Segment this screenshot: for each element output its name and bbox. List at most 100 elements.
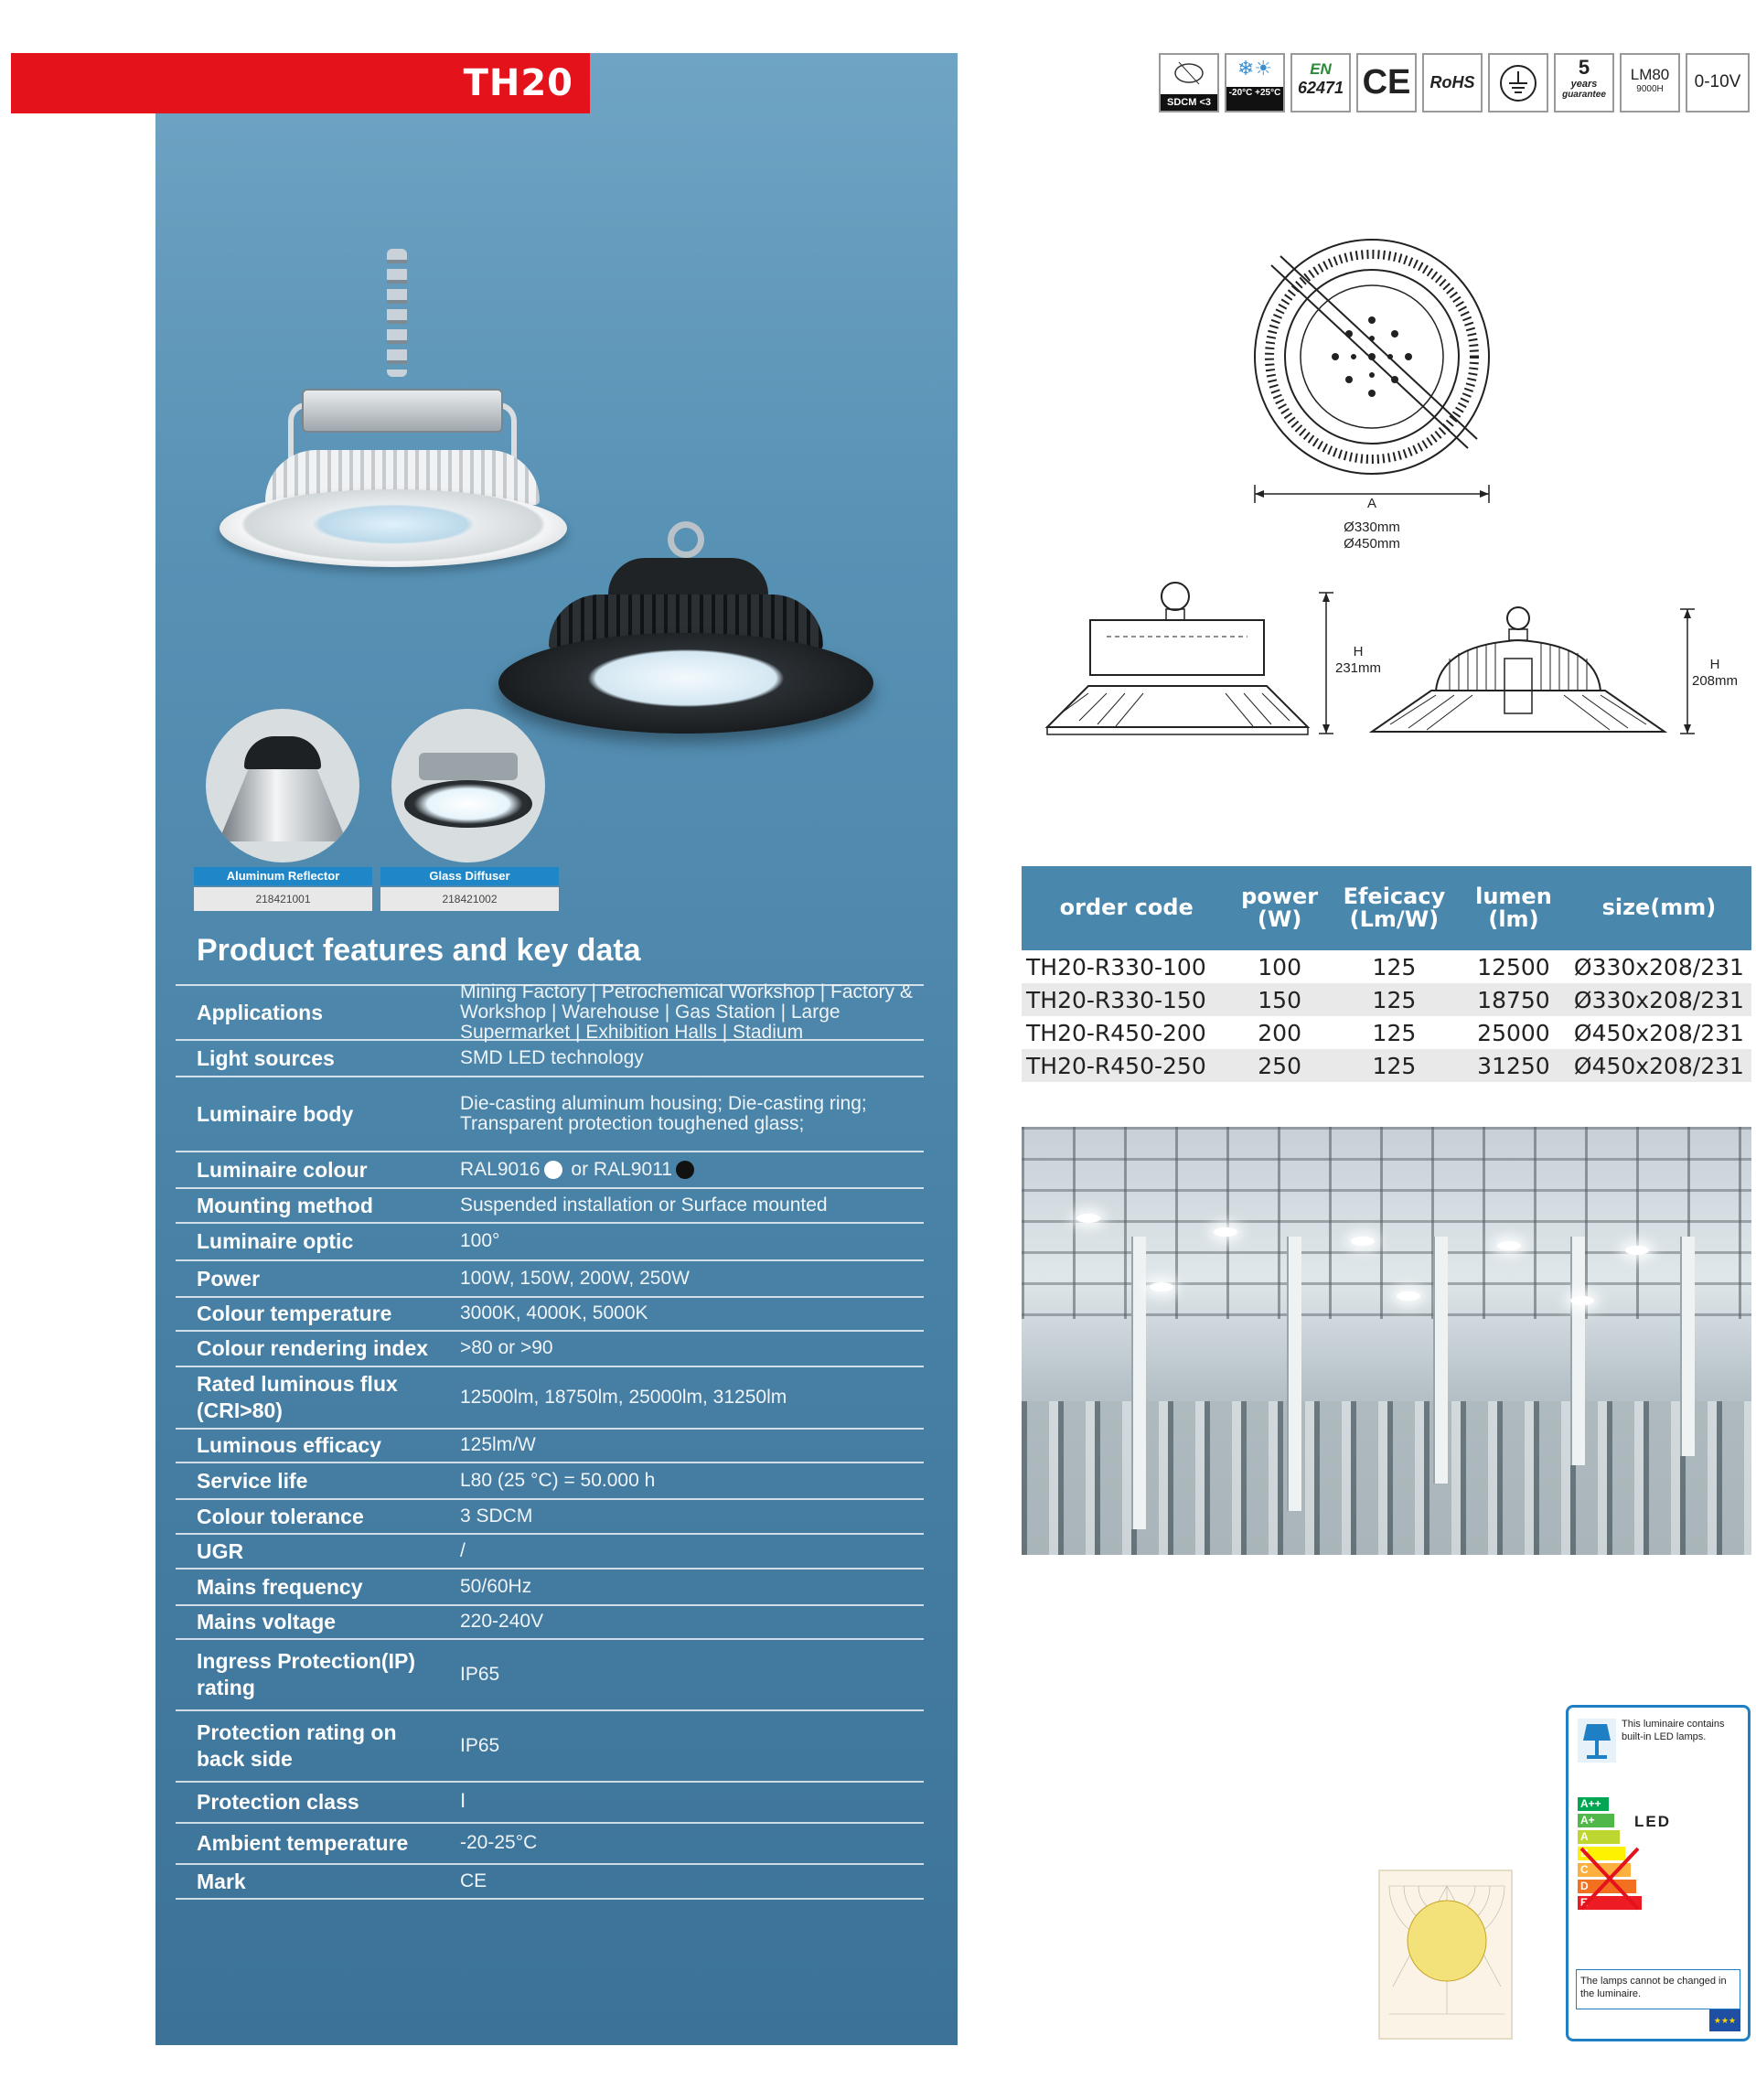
feature-row: Service life L80 (25 °C) = 50.000 h	[176, 1462, 924, 1498]
dimming-label: 0-10V	[1694, 72, 1741, 91]
feature-label: Colour temperature	[197, 1302, 392, 1326]
driver-box-icon	[302, 389, 503, 433]
efficacy-cell: 125	[1372, 1019, 1417, 1046]
feature-value: Ⅰ	[460, 1791, 466, 1813]
diameter-330: Ø330mm	[1344, 520, 1400, 535]
feature-row: Light sources SMD LED technology	[176, 1039, 924, 1076]
feature-row: Colour tolerance 3 SDCM	[176, 1498, 924, 1533]
ce-mark-icon: CE	[1356, 53, 1417, 112]
lamp-top-icon	[244, 736, 321, 769]
bracket-driver-icon	[1089, 619, 1265, 676]
ceiling-light-icon	[1625, 1246, 1649, 1255]
lm80-label: LM80	[1630, 66, 1670, 83]
feature-value: 100°	[460, 1230, 500, 1252]
feature-row: Protection rating on back side IP65	[176, 1709, 924, 1781]
feature-value: CE	[460, 1870, 487, 1891]
feature-row: Colour rendering index >80 or >90	[176, 1330, 924, 1366]
hanging-ring-icon	[1161, 582, 1190, 611]
warehouse-photo	[1022, 1127, 1751, 1555]
feature-value: 220-240V	[460, 1611, 544, 1633]
order-table: order code power (W) Efeicacy (Lm/W) lum…	[1022, 866, 1751, 1082]
black-lamp-body-icon	[498, 633, 873, 734]
sdcm-ellipse-icon	[1174, 61, 1204, 85]
feature-label: Mains frequency	[197, 1574, 363, 1599]
ceiling-light-icon	[1497, 1241, 1521, 1250]
model-title-tab: TH20	[11, 53, 590, 113]
accessory-code: 218421001	[194, 887, 372, 911]
feature-row: Luminaire colour RAL9016 or RAL9011	[176, 1151, 924, 1187]
earth-ground-icon	[1500, 65, 1536, 102]
features-table: Applications Mining Factory | Petrochemi…	[176, 981, 924, 1900]
column-header: lumen (lm)	[1461, 866, 1567, 950]
energy-class-bar: A	[1578, 1830, 1620, 1844]
chain-icon	[387, 249, 407, 377]
ce-label: CE	[1362, 63, 1411, 102]
feature-value: Suspended installation or Surface mounte…	[460, 1194, 828, 1216]
feature-row: Applications Mining Factory | Petrochemi…	[176, 981, 924, 1043]
feature-label: Ambient temperature	[197, 1831, 409, 1856]
model-title: TH20	[463, 62, 573, 104]
feature-label: Power	[197, 1266, 261, 1291]
lumen-cell: 31250	[1461, 1049, 1567, 1082]
power-cell: 100	[1258, 953, 1301, 980]
feature-value: 125lm/W	[460, 1434, 536, 1456]
feature-label: Luminaire body	[197, 1101, 354, 1126]
size-cell: Ø330x208/231	[1566, 983, 1751, 1016]
lamp-body-outline-icon	[1368, 690, 1668, 733]
table-row: TH20-R450-200 200 125 25000 Ø450x208/231	[1022, 1016, 1751, 1049]
accessory-label: Glass Diffuser	[380, 867, 559, 885]
sdcm-icon: SDCM <3	[1159, 53, 1219, 112]
feature-label: Colour tolerance	[197, 1504, 364, 1528]
feature-label: Protection class	[197, 1790, 359, 1815]
colour-option-white: RAL9016	[460, 1158, 541, 1180]
ceiling-light-icon	[1351, 1237, 1375, 1246]
reflector-icon	[219, 764, 347, 841]
side-view-drawing-2	[1368, 606, 1695, 734]
feature-label: Ingress Protection(IP) rating	[197, 1649, 415, 1699]
eu-flag-icon: ★★★	[1709, 2009, 1740, 2031]
feature-label: Rated luminous flux (CRI>80)	[197, 1372, 398, 1422]
feature-value: L80 (25 °C) = 50.000 h	[460, 1469, 656, 1491]
aluminum-reflector-image	[206, 709, 359, 862]
energy-label: This luminaire contains built-in LED lam…	[1566, 1705, 1751, 2041]
sdcm-band: SDCM <3	[1161, 94, 1217, 111]
temperature-band: -20°C +25°C	[1226, 87, 1283, 111]
order-table-header: order code power (W) Efeicacy (Lm/W) lum…	[1022, 866, 1751, 950]
size-cell: Ø330x208/231	[1573, 953, 1744, 980]
lumen-cell: 25000	[1477, 1019, 1550, 1046]
rohs-icon: RoHS	[1422, 53, 1483, 112]
feature-label: Colour rendering index	[197, 1336, 429, 1361]
order-code-cell: TH20-R330-150	[1022, 983, 1232, 1016]
colour-option-black: or RAL9011	[571, 1158, 672, 1180]
power-cell: 150	[1231, 983, 1328, 1016]
guarantee-years-text: years	[1570, 79, 1598, 90]
feature-row: Luminous efficacy 125lm/W	[176, 1428, 924, 1462]
temperature-icon: ❄☀ -20°C +25°C	[1225, 53, 1285, 112]
accessory-code: 218421002	[380, 887, 559, 911]
order-code-cell: TH20-R330-100	[1026, 953, 1206, 980]
height-208: 208mm	[1691, 673, 1739, 689]
accessory-label: Aluminum Reflector	[194, 867, 372, 885]
pillar-icon	[1680, 1237, 1695, 1456]
feature-row: Luminaire body Die-casting aluminum hous…	[176, 1076, 924, 1151]
black-dot-icon	[675, 1161, 694, 1180]
feature-value: 3000K, 4000K, 5000K	[460, 1302, 648, 1324]
lamp-icon	[1578, 1719, 1616, 1762]
polar-curve-icon	[1388, 1885, 1505, 2015]
feature-value: 3 SDCM	[460, 1505, 533, 1527]
lm80-hours: 9000H	[1636, 84, 1664, 94]
feature-label: Luminaire optic	[197, 1229, 354, 1254]
efficacy-cell: 125	[1372, 953, 1417, 980]
pillar-icon	[1287, 1237, 1301, 1511]
column-header: Efeicacy (Lm/W)	[1327, 866, 1462, 950]
en-standard-icon: EN 62471	[1290, 53, 1351, 112]
feature-row: Ambient temperature -20-25°C	[176, 1822, 924, 1863]
features-title: Product features and key data	[197, 933, 641, 968]
diameter-label: A	[1366, 496, 1376, 511]
light-distribution-diagram	[1378, 1870, 1513, 2040]
guarantee-years-number: 5	[1578, 56, 1590, 79]
feature-label: Mounting method	[197, 1193, 373, 1217]
feature-row: Protection class Ⅰ	[176, 1781, 924, 1822]
table-row: TH20-R330-150 150 125 18750 Ø330x208/231	[1022, 983, 1751, 1016]
cross-line-icon	[1280, 255, 1478, 440]
